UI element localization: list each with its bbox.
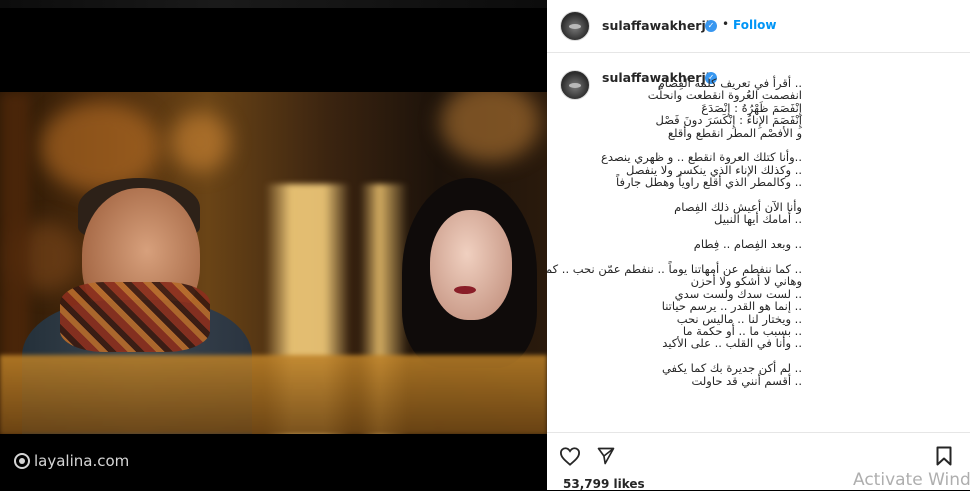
post-details-panel: sulaffawakherji ✓ • Follow sulaffawakher… — [547, 0, 970, 491]
layalina-logo-icon — [14, 453, 30, 469]
caption-line: .. وبعد الفِصام .. فِطام — [693, 237, 802, 252]
post-photo[interactable] — [0, 92, 547, 434]
share-button[interactable] — [593, 443, 619, 469]
caption-area: sulaffawakherji ✓ .. أقرأ في تعريف كلمة … — [547, 53, 970, 431]
username-header[interactable]: sulaffawakherji — [602, 18, 710, 33]
heart-icon — [559, 447, 581, 466]
caption-line: .. وكالمطر الذي أقلع راوياً وهطل جارفاً — [616, 175, 802, 190]
verified-badge-icon: ✓ — [705, 20, 717, 32]
follow-button[interactable]: Follow — [733, 18, 777, 32]
bookmark-icon — [936, 446, 952, 466]
post-header: sulaffawakherji ✓ • Follow — [547, 0, 970, 53]
caption-avatar[interactable] — [560, 70, 590, 100]
caption-line: و الأفصْم المطر انقطع وأقلع — [667, 125, 802, 140]
activate-windows-watermark: Activate Windo — [853, 470, 970, 490]
like-button[interactable] — [557, 443, 583, 469]
top-image-strip — [0, 0, 547, 8]
watermark: layalina.com — [14, 452, 129, 470]
save-button[interactable] — [931, 443, 957, 469]
caption-line: .. أقسم أنني قد حاولت — [691, 373, 803, 388]
separator-dot: • — [722, 17, 730, 31]
caption-line: .. وأنا في القلب .. على الأكيد — [662, 336, 802, 351]
profile-avatar[interactable] — [560, 11, 590, 41]
paper-plane-icon — [597, 447, 615, 465]
watermark-text: layalina.com — [34, 452, 130, 470]
caption-line: .. أمامك أيها النبيل — [713, 212, 802, 227]
likes-count[interactable]: 53,799 likes — [563, 477, 645, 491]
post-image-panel: layalina.com — [0, 0, 547, 490]
